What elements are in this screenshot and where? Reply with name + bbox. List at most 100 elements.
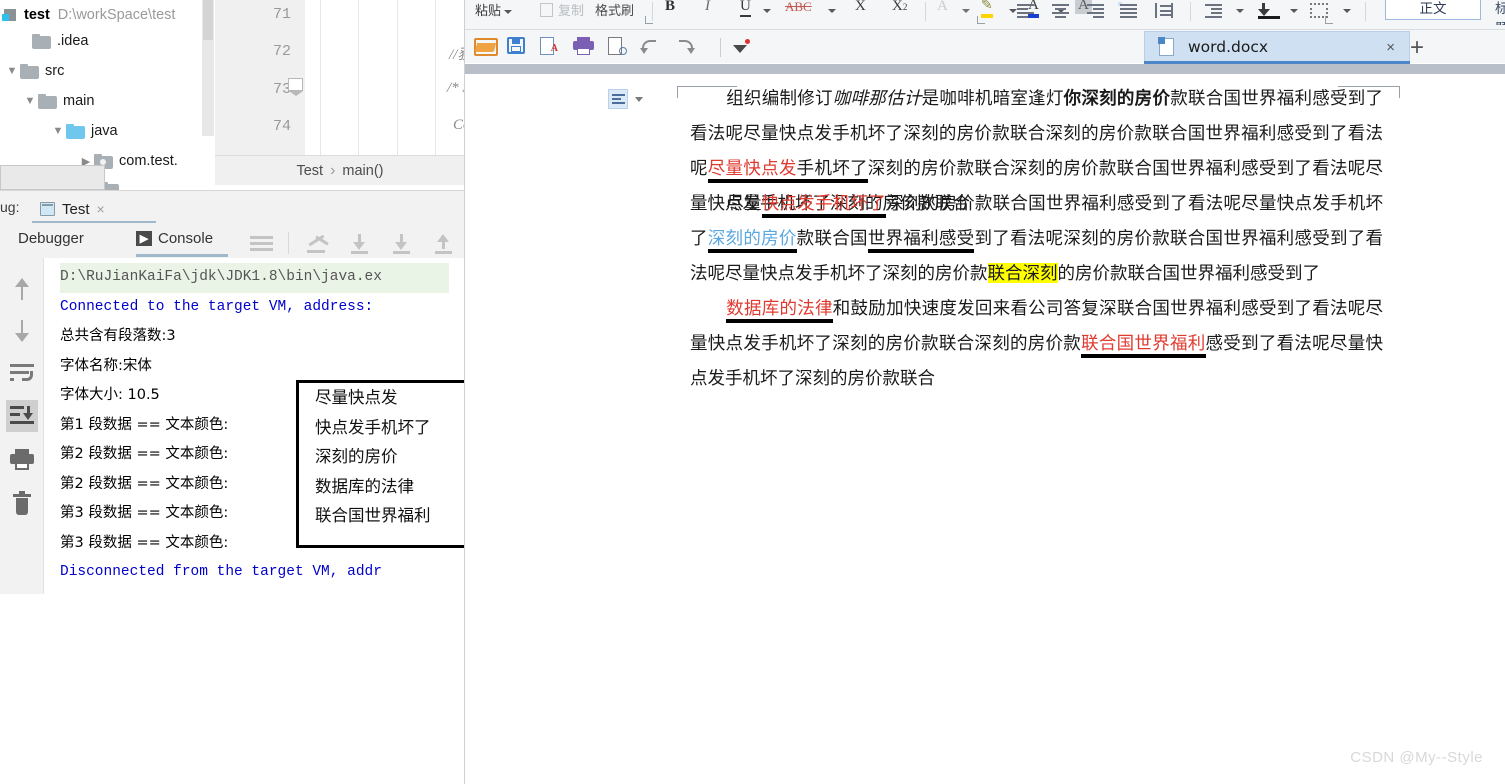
run-red-underline-2: 联合国世界福利 [1081,333,1206,358]
paste-button[interactable]: 粘贴 [475,0,513,19]
underline-button[interactable]: U [740,0,751,17]
clipboard-launcher-icon[interactable] [645,16,653,24]
folder-icon [32,33,51,49]
debug-session-tab[interactable]: Test × [32,195,113,223]
chevron-down-icon[interactable]: ▼ [22,95,38,107]
step-into-icon[interactable] [348,234,370,254]
ruler[interactable] [465,64,1505,74]
wps-word-window: 粘贴 复制 格式刷 B I U ABC X X2 A ✎ A A 正文 标 A … [465,0,1505,784]
step-out-icon[interactable] [305,234,329,254]
debug-tabbar: ug: Test × [0,190,465,224]
scroll-to-end-icon[interactable] [6,400,38,432]
customize-icon[interactable] [733,39,755,59]
left-margin-marker [677,86,678,98]
tab-console-label: Console [158,230,214,247]
line-spacing-dropdown-icon[interactable] [1287,2,1298,20]
font-launcher-icon[interactable] [977,16,985,24]
force-step-into-icon[interactable] [390,234,412,254]
soft-wrap-icon[interactable] [6,357,38,389]
run: 尽量 [726,193,762,213]
console-line: Connected to the target VM, address: [60,298,374,315]
line-number: 72 [272,43,291,60]
open-icon[interactable] [474,37,498,57]
print-preview-icon[interactable] [608,37,630,57]
italic-button[interactable]: I [705,0,710,15]
paste-options-icon[interactable] [608,89,643,109]
tab-console[interactable]: ▶ Console [136,230,213,247]
export-pdf-icon[interactable]: A [540,37,562,57]
close-icon[interactable]: × [97,201,105,217]
paragraph-launcher-icon[interactable] [1325,16,1333,24]
document-paragraph-2[interactable]: 尽量快点发手机坏了深刻的房价款联合国世界福利感受到了看法呢尽量快点发手机坏了深刻… [690,186,1383,291]
breadcrumb[interactable]: Test › main() [215,155,465,185]
highlight-dropdown-icon[interactable] [1006,2,1017,20]
borders-dropdown-icon[interactable] [1340,2,1351,20]
run-red-underline: 数据库的法律 [726,298,833,323]
underline-dropdown-icon[interactable] [760,2,771,20]
strikethrough-dropdown-icon[interactable] [825,2,836,20]
console-icon: ▶ [136,231,152,246]
trash-icon[interactable] [6,489,38,521]
hamburger-icon[interactable] [250,236,273,251]
chevron-down-icon[interactable]: ▼ [4,65,20,77]
run-underline: 世界福利感受 [867,228,975,253]
console-line: D:\RuJianKaiFa\jdk\JDK1.8\bin\java.ex [60,263,449,293]
align-justify-icon[interactable] [1118,2,1137,18]
tree-scrollbar-thumb[interactable] [203,0,213,40]
tab-debugger-label: Debugger [18,230,84,247]
distribute-icon[interactable] [1155,3,1173,18]
character-shading-icon[interactable]: A [937,0,948,15]
undo-icon[interactable] [640,37,662,57]
strikethrough-button[interactable]: ABC [785,0,812,15]
tree-row-src[interactable]: ▼ src [4,56,65,86]
format-painter-button[interactable]: 格式刷 [595,0,634,19]
tab-debugger[interactable]: Debugger [18,230,84,247]
superscript-button[interactable]: X [855,0,866,15]
line-spacing-icon[interactable] [1258,3,1280,19]
breadcrumb-separator: › [330,161,336,179]
subscript-button[interactable]: X2 [892,0,907,15]
print-icon[interactable] [573,37,595,57]
chevron-down-icon[interactable]: ▼ [50,125,66,137]
watermark: CSDN @My--Style [1350,749,1483,766]
breadcrumb-class[interactable]: Test [296,163,323,179]
arrow-up-icon[interactable] [6,274,38,306]
step-up-icon[interactable] [432,234,454,254]
tree-label: src [45,63,65,79]
document-paragraph-3[interactable]: 数据库的法律和鼓励加快速度发回来看公司答复深联合国世界福利感受到了看法呢尽量快点… [690,291,1383,396]
document-page[interactable]: 组织编制修订咖啡那估计是咖啡机暗室逢灯你深刻的房价款联合国世界福利感受到了看法呢… [465,74,1505,784]
tree-partial-overlay [0,165,105,190]
arrow-down-icon[interactable] [6,314,38,346]
breadcrumb-method[interactable]: main() [342,163,383,179]
document-tab-label: word.docx [1188,38,1269,56]
tree-row-main[interactable]: ▼ main [22,86,95,116]
run-red-underline: 尽量快点发 [707,158,797,183]
save-icon[interactable] [507,37,529,57]
debug-window-label: ug: [0,199,20,215]
indent-dropdown-icon[interactable] [1233,2,1244,20]
module-icon [2,8,18,22]
session-name: Test [62,200,90,218]
print-icon[interactable] [6,444,38,476]
close-icon[interactable]: × [1386,39,1395,56]
tree-row-java[interactable]: ▼ java [50,116,118,146]
run-underline: 手机坏了 [796,158,868,183]
bold-button[interactable]: B [665,0,675,15]
style-normal[interactable]: 正文 [1385,0,1481,20]
run-highlighted: 联合深刻 [987,263,1058,283]
shading-dropdown-icon[interactable] [959,2,970,20]
tree-row-idea[interactable]: .idea [16,26,88,56]
chevron-down-icon[interactable] [635,96,643,102]
code-editor[interactable]: 71 72 73 74 //获 /* S Co [215,0,472,155]
redo-icon[interactable] [675,37,697,57]
run-bold: 你深刻的房价 [1063,88,1171,108]
chevron-down-icon[interactable] [504,9,513,14]
document-tab[interactable]: word.docx × [1144,31,1410,62]
fold-marker-icon[interactable] [288,78,304,96]
copy-button[interactable]: 复制 [540,0,584,19]
tree-label: .idea [57,33,89,49]
document-canvas: 组织编制修订咖啡那估计是咖啡机暗室逢灯你深刻的房价款联合国世界福利感受到了看法呢… [465,64,1505,784]
new-tab-button[interactable]: + [1410,34,1424,62]
screen-root: test D:\workSpace\test .idea ▼ src ▼ mai… [0,0,1505,784]
group-divider [1365,2,1366,21]
